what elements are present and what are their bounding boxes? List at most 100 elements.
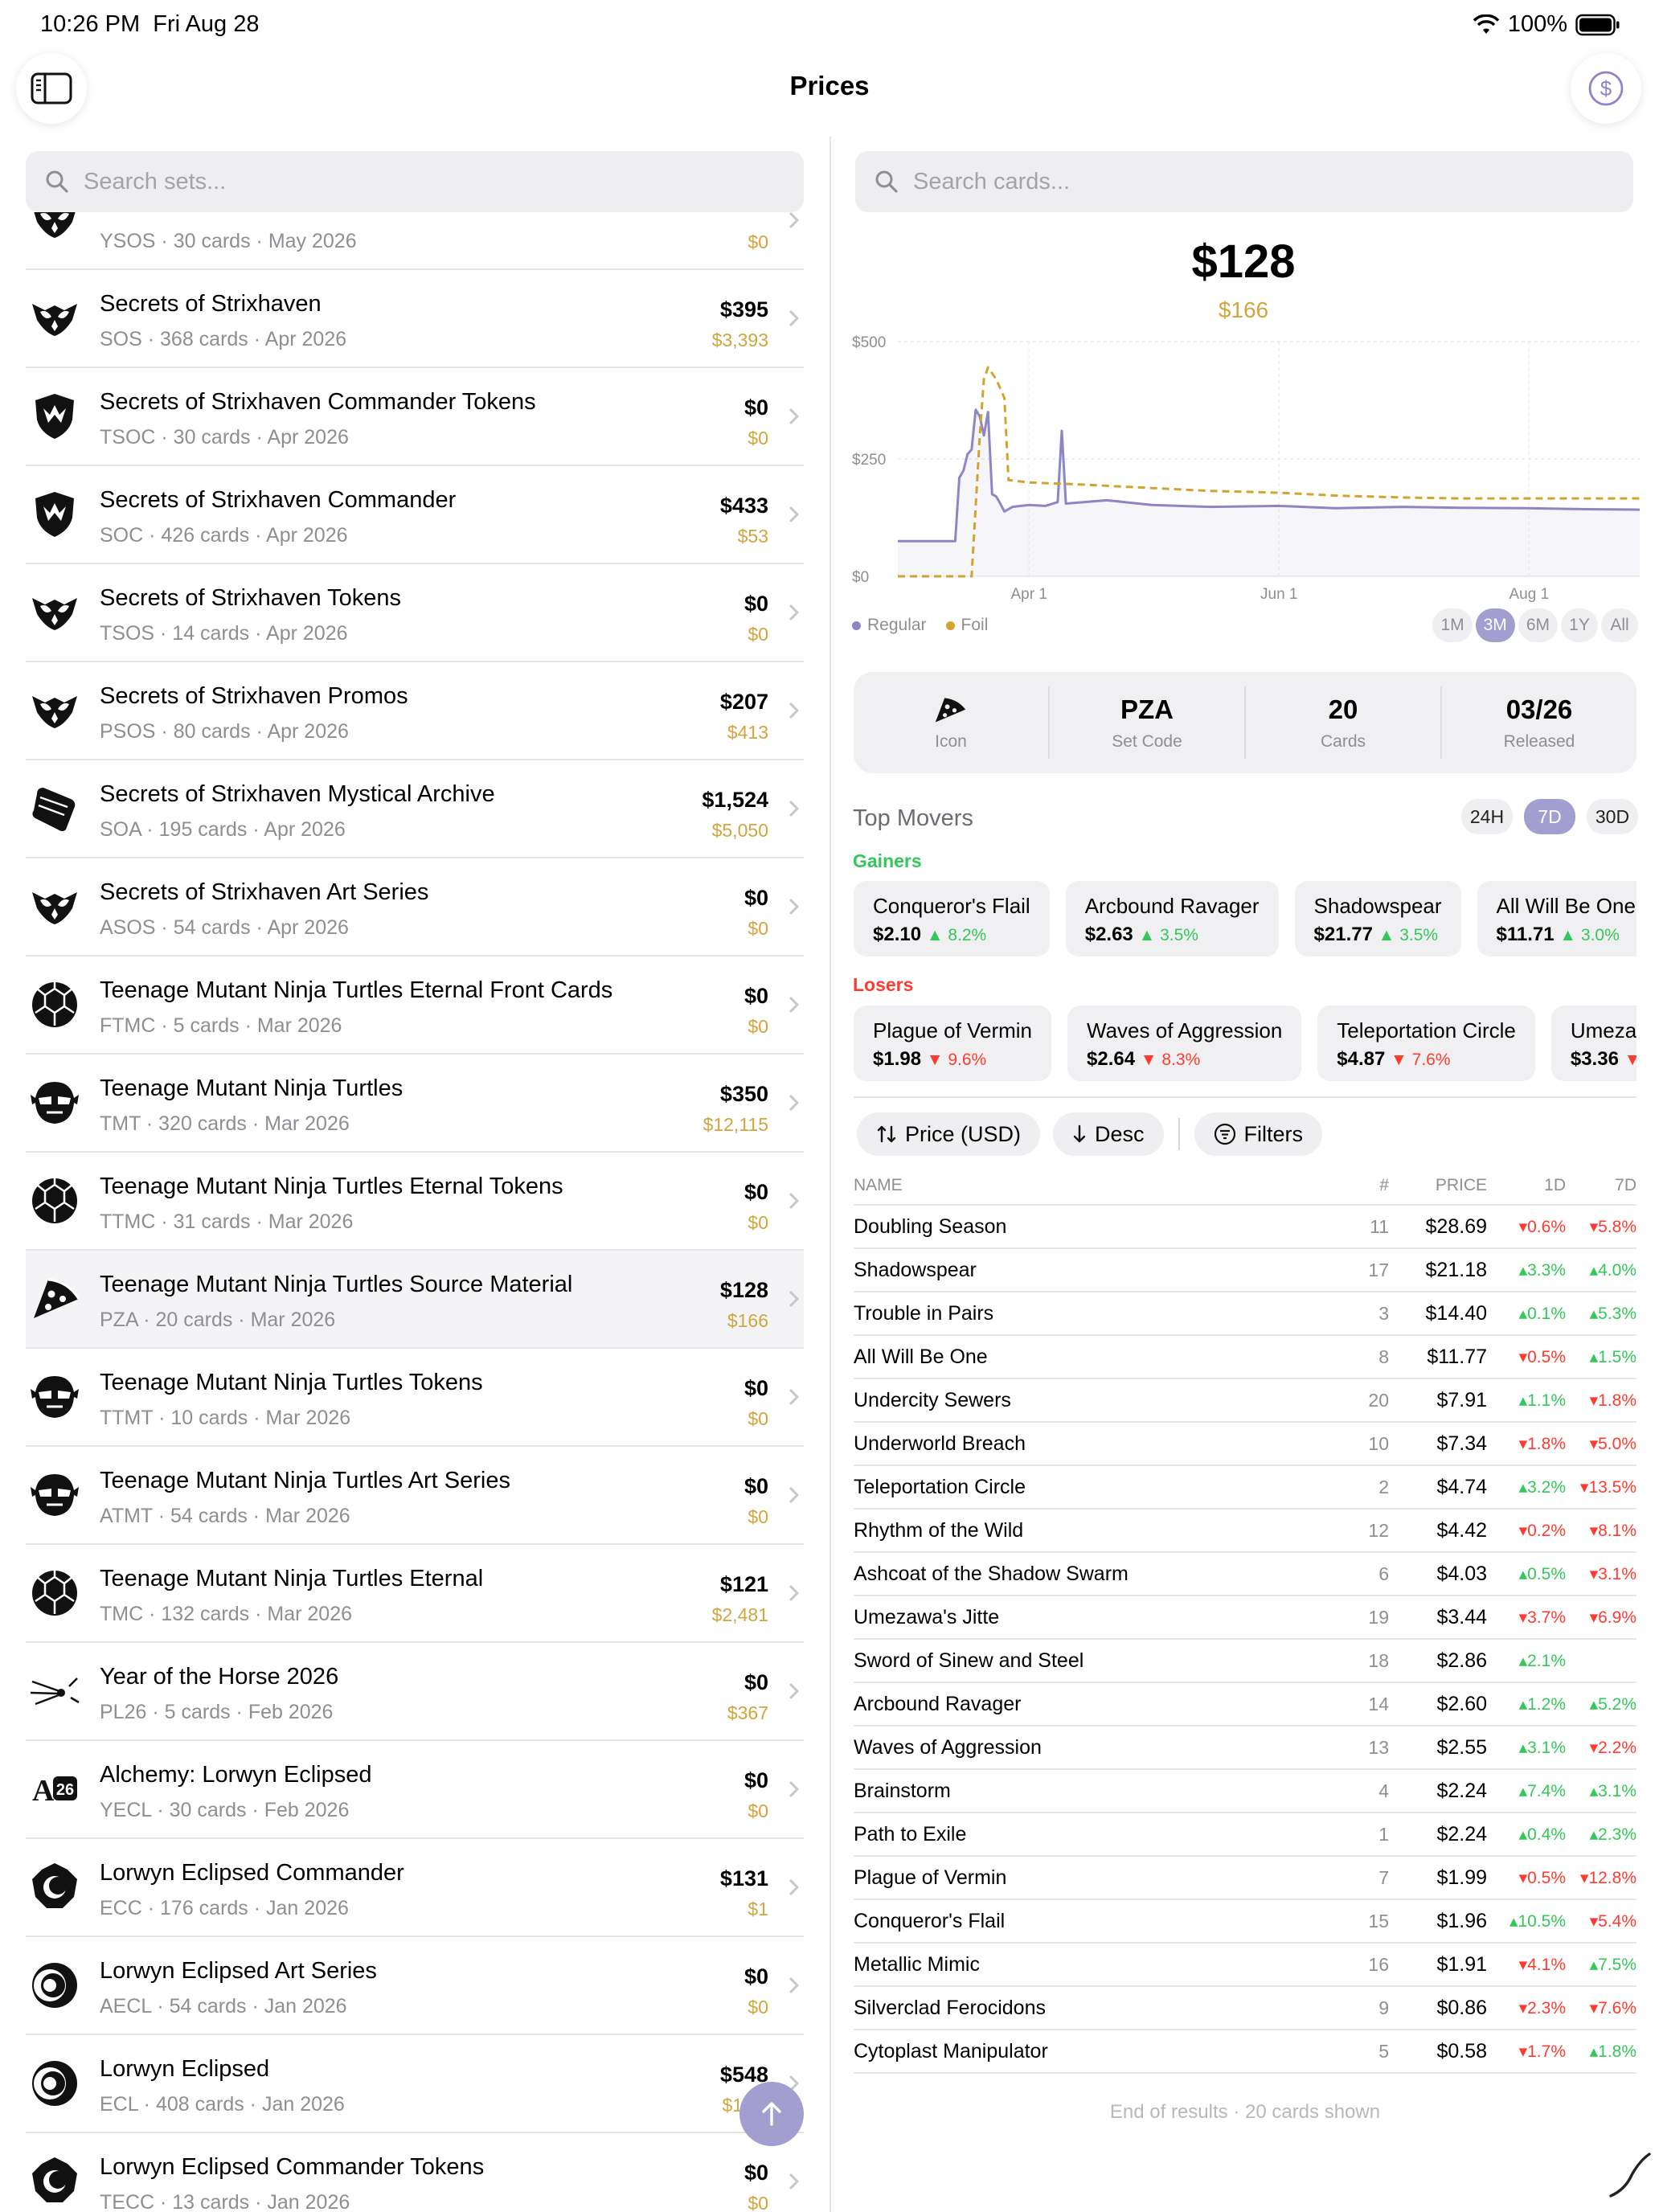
set-row[interactable]: Secrets of Strixhaven Art Series ASOS · 5… (26, 858, 804, 956)
info-cards-cell: 20 Cards (1246, 686, 1442, 759)
sets-search-input[interactable] (84, 168, 727, 195)
set-row[interactable]: Teenage Mutant Ninja Turtles Source Mate… (26, 1251, 804, 1349)
table-row[interactable]: Arcbound Ravager 14 $2.60 ▴1.2% ▴5.2% (854, 1683, 1636, 1727)
table-row[interactable]: Cytoplast Manipulator 5 $0.58 ▾1.7% ▴1.8% (854, 2030, 1636, 2074)
set-row[interactable]: Teenage Mutant Ninja Turtles Art Series A… (26, 1447, 804, 1545)
set-name: Alchemy: Lorwyn Eclipsed (100, 1762, 372, 1788)
chevron-right-icon (789, 1487, 799, 1503)
set-row[interactable]: Teenage Mutant Ninja Turtles Tokens TTMT … (26, 1349, 804, 1447)
table-row[interactable]: Waves of Aggression 13 $2.55 ▴3.1% ▾2.2% (854, 1727, 1636, 1770)
set-row[interactable]: Secrets of Strixhaven Commander Tokens TS… (26, 368, 804, 466)
set-code: TTMT (100, 1407, 154, 1429)
gainer-card[interactable]: Shadowspear $21.77 ▲ 3.5% (1294, 881, 1461, 956)
set-row[interactable]: YSOS · 30 cards · May 2026 $0 (26, 212, 804, 270)
table-row[interactable]: Metallic Mimic 16 $1.91 ▾4.1% ▴7.5% (854, 1944, 1636, 1987)
change-1d: ▴0.5% (1518, 1564, 1566, 1583)
table-row[interactable]: Plague of Vermin 7 $1.99 ▾0.5% ▾12.8% (854, 1857, 1636, 1900)
loser-card[interactable]: Umeza $3.36 ▼ (1550, 1006, 1636, 1081)
header-1d[interactable]: 1D (1544, 1176, 1566, 1195)
table-row[interactable]: Underworld Breach 10 $7.34 ▾1.8% ▾5.0% (854, 1423, 1636, 1466)
card-price: $2.24 (1436, 1822, 1487, 1845)
movers-range-selector[interactable]: 24H 7D 30D (1461, 799, 1638, 834)
gainer-card[interactable]: Conqueror's Flail $2.10 ▲ 8.2% (854, 881, 1050, 956)
range-1m-button[interactable]: 1M (1432, 608, 1473, 642)
table-row[interactable]: Conqueror's Flail 15 $1.96 ▴10.5% ▾5.4% (854, 1900, 1636, 1944)
ninja-mask-icon (31, 1474, 79, 1516)
movers-range-7d-button[interactable]: 7D (1524, 799, 1575, 834)
movers-range-24h-button[interactable]: 24H (1461, 799, 1513, 834)
results-footer: End of results · 20 cards shown (1109, 2101, 1381, 2123)
set-row[interactable]: Secrets of Strixhaven SOS · 368 cards · A… (26, 270, 804, 368)
set-row[interactable]: Secrets of Strixhaven Mystical Archive SO… (26, 760, 804, 858)
sort-field-button[interactable]: Price (USD) (857, 1112, 1041, 1156)
gainers-row[interactable]: Conqueror's Flail $2.10 ▲ 8.2% Arcbound Ra… (854, 881, 1636, 958)
chevron-right-icon (789, 1095, 799, 1111)
range-all-button[interactable]: All (1601, 608, 1638, 642)
table-row[interactable]: All Will Be One 8 $11.77 ▾0.5% ▴1.5% (854, 1336, 1636, 1379)
table-row[interactable]: Sword of Sinew and Steel 18 $2.86 ▴2.1% (854, 1640, 1636, 1683)
currency-button[interactable]: $ (1571, 53, 1641, 124)
set-meta: SOS · 368 cards · Apr 2026 (100, 328, 347, 350)
chart-range-selector[interactable]: 1M 3M 6M 1Y All (1432, 608, 1638, 642)
set-row[interactable]: Lorwyn Eclipsed Art Series AECL · 54 card… (26, 1937, 804, 2035)
card-price: $0.58 (1436, 2039, 1487, 2062)
set-row[interactable]: Secrets of Strixhaven Tokens TSOS · 14 ca… (26, 564, 804, 662)
set-row[interactable]: Teenage Mutant Ninja Turtles Eternal Fro… (26, 956, 804, 1055)
set-name: Teenage Mutant Ninja Turtles Eternal Fro… (100, 977, 613, 1003)
table-row[interactable]: Path to Exile 1 $2.24 ▴0.4% ▴2.3% (854, 1813, 1636, 1857)
range-3m-button[interactable]: 3M (1475, 608, 1515, 642)
set-row[interactable]: Teenage Mutant Ninja Turtles Eternal TMC … (26, 1545, 804, 1643)
table-row[interactable]: Undercity Sewers 20 $7.91 ▴1.1% ▾1.8% (854, 1379, 1636, 1423)
triangle-down-icon: ▾ (1518, 1998, 1528, 2017)
movers-range-30d-button[interactable]: 30D (1587, 799, 1638, 834)
cards-search-input[interactable] (913, 168, 1556, 195)
mover-name: Plague of Vermin (873, 1018, 1033, 1043)
loser-card[interactable]: Teleportation Circle $4.87 ▼ 7.6% (1317, 1006, 1535, 1081)
loser-card[interactable]: Waves of Aggression $2.64 ▼ 8.3% (1067, 1006, 1302, 1081)
set-row[interactable]: Lorwyn Eclipsed Commander Tokens TECC · 1… (26, 2133, 804, 2212)
sets-list[interactable]: YSOS · 30 cards · May 2026 $0 Secrets of S… (26, 212, 804, 2212)
header-7d[interactable]: 7D (1615, 1176, 1636, 1195)
set-row[interactable]: A 26 Alchemy: Lorwyn Eclipsed YECL · 30 car… (26, 1741, 804, 1839)
sort-order-button[interactable]: Desc (1053, 1112, 1164, 1156)
set-code: TMC (100, 1603, 144, 1625)
set-row[interactable]: Teenage Mutant Ninja Turtles Eternal Tok… (26, 1153, 804, 1251)
set-foil-price: $413 (727, 722, 768, 743)
table-row[interactable]: Shadowspear 17 $21.18 ▴3.3% ▴4.0% (854, 1249, 1636, 1292)
scroll-to-top-button[interactable] (739, 2082, 804, 2146)
table-row[interactable]: Rhythm of the Wild 12 $4.42 ▾0.2% ▾8.1% (854, 1509, 1636, 1553)
set-row[interactable]: Teenage Mutant Ninja Turtles TMT · 320 ca… (26, 1055, 804, 1153)
table-row[interactable]: Umezawa's Jitte 19 $3.44 ▾3.7% ▾6.9% (854, 1596, 1636, 1640)
mover-price: $21.77 (1313, 924, 1373, 945)
table-row[interactable]: Doubling Season 11 $28.69 ▾0.6% ▾5.8% (854, 1206, 1636, 1249)
card-number: 5 (1378, 2040, 1389, 2062)
gainer-card[interactable]: All Will Be One $11.71 ▲ 3.0% (1477, 881, 1636, 956)
set-row[interactable]: Secrets of Strixhaven Commander SOC · 426… (26, 466, 804, 564)
header-name[interactable]: NAME (854, 1176, 1384, 1195)
header-price[interactable]: PRICE (1436, 1176, 1487, 1195)
gainer-card[interactable]: Arcbound Ravager $2.63 ▲ 3.5% (1065, 881, 1279, 956)
set-name: Teenage Mutant Ninja Turtles Source Mate… (100, 1272, 573, 1297)
set-meta: SOA · 195 cards · Apr 2026 (100, 818, 346, 841)
turtle-shell-icon (32, 1571, 77, 1616)
table-row[interactable]: Teleportation Circle 2 $4.74 ▴3.2% ▾13.5% (854, 1466, 1636, 1509)
table-row[interactable]: Silverclad Ferocidons 9 $0.86 ▾2.3% ▾7.6% (854, 1987, 1636, 2030)
set-name: Lorwyn Eclipsed (100, 2056, 270, 2082)
turtle-shell-icon (32, 982, 77, 1027)
header-num[interactable]: # (1379, 1176, 1389, 1195)
set-row[interactable]: Year of the Horse 2026 PL26 · 5 cards · F… (26, 1643, 804, 1741)
losers-row[interactable]: Plague of Vermin $1.98 ▼ 9.6% Waves of Agg… (854, 1006, 1636, 1083)
table-row[interactable]: Ashcoat of the Shadow Swarm 6 $4.03 ▴0.5% ▾3… (854, 1553, 1636, 1596)
range-1y-button[interactable]: 1Y (1561, 608, 1598, 642)
filters-button[interactable]: Filters (1194, 1112, 1323, 1156)
cards-search-bar[interactable] (855, 151, 1633, 212)
set-row[interactable]: Lorwyn Eclipsed Commander ECC · 176 cards… (26, 1839, 804, 1937)
set-row[interactable]: Secrets of Strixhaven Promos PSOS · 80 ca… (26, 662, 804, 760)
sets-search-bar[interactable] (26, 151, 804, 212)
loser-card[interactable]: Plague of Vermin $1.98 ▼ 9.6% (854, 1006, 1052, 1081)
table-row[interactable]: Brainstorm 4 $2.24 ▴7.4% ▴3.1% (854, 1770, 1636, 1813)
range-6m-button[interactable]: 6M (1518, 608, 1558, 642)
triangle-up-icon: ▴ (1518, 1694, 1528, 1714)
set-row[interactable]: Lorwyn Eclipsed ECL · 408 cards · Jan 202… (26, 2035, 804, 2133)
table-row[interactable]: Trouble in Pairs 3 $14.40 ▴0.1% ▴5.3% (854, 1292, 1636, 1336)
